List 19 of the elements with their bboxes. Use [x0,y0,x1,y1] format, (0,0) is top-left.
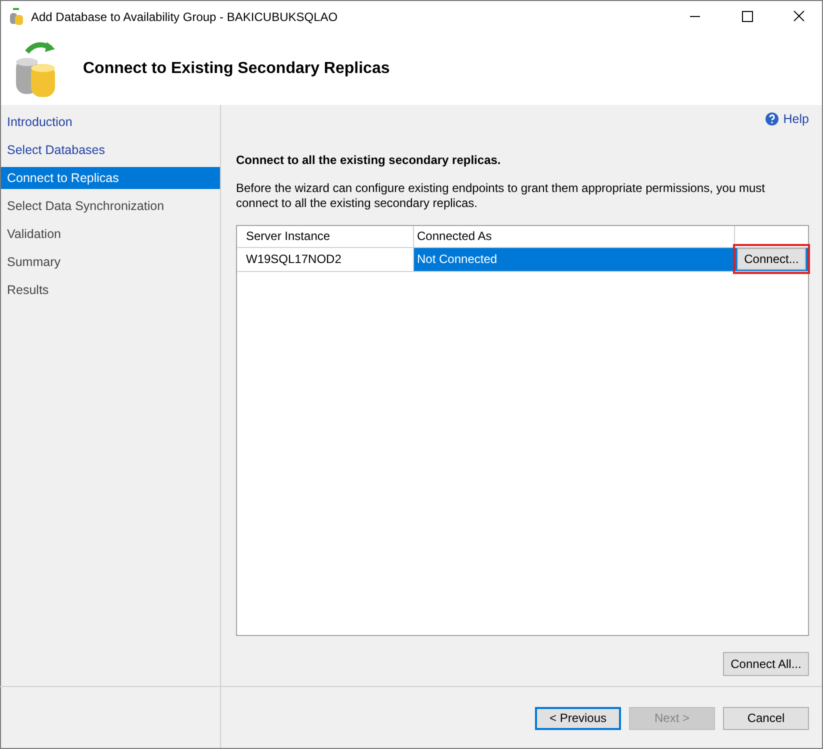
sidebar-item[interactable]: Select Databases [1,139,220,161]
instruction-text: Connect to all the existing secondary replicas. [236,152,502,169]
database-icon [9,8,25,26]
sidebar-item[interactable]: Summary [1,251,220,273]
page-title: Connect to Existing Secondary Replicas [83,58,390,78]
sidebar-item[interactable]: Select Data Synchronization [1,195,220,217]
help-icon[interactable] [765,112,780,126]
column-header: Server Instance [237,226,414,248]
table-cell[interactable]: Not Connected [414,248,735,272]
window-title: Add Database to Availability Group - BAKICUBUKSQLAO [31,8,339,26]
help-link[interactable]: Help [783,110,809,129]
sidebar-item[interactable]: Results [1,279,220,301]
sidebar-item[interactable]: Validation [1,223,220,245]
connect-all-button[interactable]: Connect All... [723,652,809,676]
wizard-button[interactable]: Cancel [723,706,809,730]
sidebar-item[interactable]: Introduction [1,111,220,133]
description-text: Before the wizard can configure existing endpoints to grant them appropriate permissions, you must connect to all the existing secondary replicas. [236,180,766,211]
wizard-button[interactable]: < Previous [535,706,621,730]
sidebar-item[interactable]: Connect to Replicas [1,167,220,189]
